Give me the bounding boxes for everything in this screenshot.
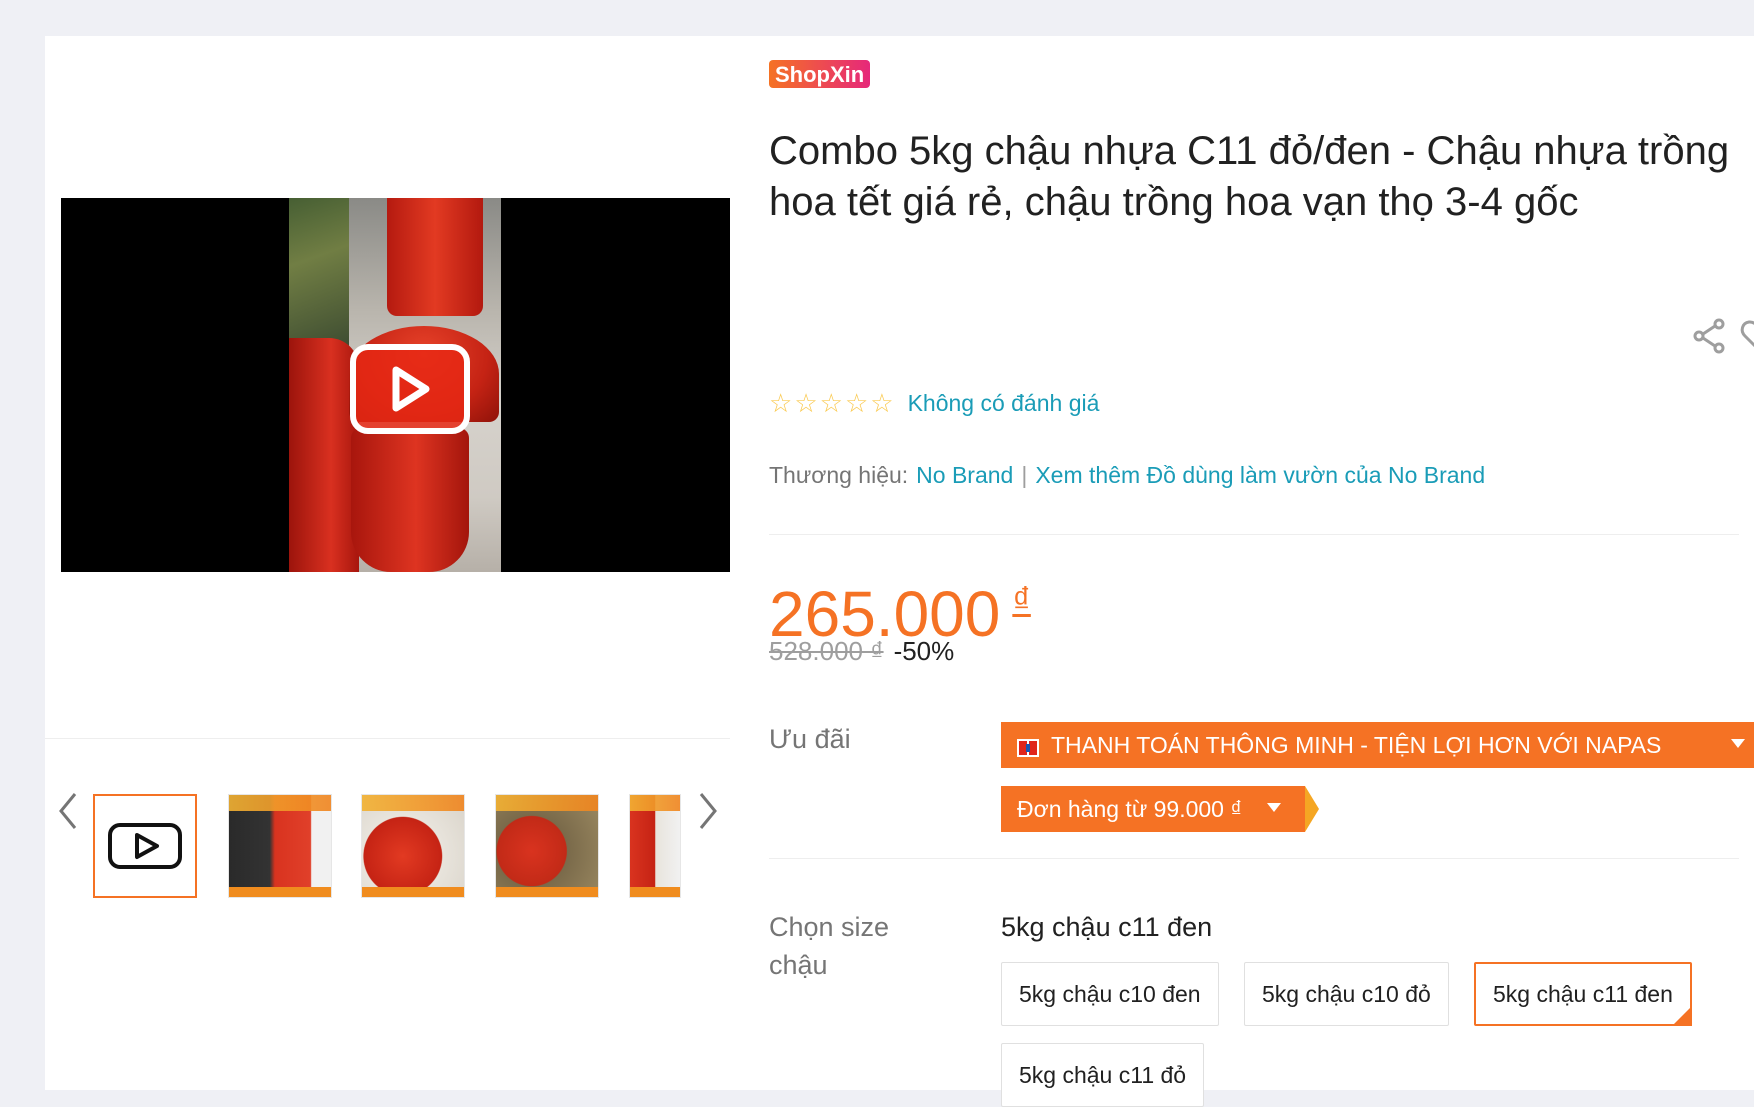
old-price: 528.000 ₫ [769,636,884,666]
product-title: Combo 5kg chậu nhựa C11 đỏ/đen - Chậu nh… [769,129,1730,224]
price-currency: ₫ [1012,579,1031,620]
thumbnail-image[interactable] [629,794,681,898]
gallery-divider [45,738,730,739]
star-icon: ☆ [844,388,869,418]
product-video-player[interactable] [61,198,730,572]
brand-more-link[interactable]: Xem thêm Đồ dùng làm vườn của No Brand [1035,462,1485,489]
page-background [0,0,1754,36]
rating-stars: ☆ ☆ ☆ ☆ ☆ [769,390,894,416]
thumbnail-image[interactable] [228,794,332,898]
shop-badge: ShopXin [769,60,871,88]
heart-icon[interactable] [1739,316,1754,356]
promotion-text: Đơn hàng từ 99.000 ₫ [1017,795,1243,822]
product-card: ShopXin Combo 5kg chậu nhựa C11 đỏ/đen -… [45,36,1754,1107]
product-detail: ShopXin Combo 5kg chậu nhựa C11 đỏ/đen -… [769,36,1754,1107]
star-icon: ☆ [794,388,818,418]
size-option[interactable]: 5kg chậu c11 đỏ [1001,1043,1205,1107]
brand-link[interactable]: No Brand [916,462,1013,489]
rating-row: ☆ ☆ ☆ ☆ ☆ Không có đánh giá [769,386,1099,420]
rating-link[interactable]: Không có đánh giá [908,390,1100,417]
promotions-label: Ưu đãi [769,724,851,754]
brand-separator: | [1021,462,1028,488]
play-icon[interactable] [350,344,470,434]
promotion-tag-order[interactable]: Đơn hàng từ 99.000 ₫ [1001,786,1319,832]
chevron-right-icon[interactable] [693,786,723,836]
promotion-tag-napas[interactable]: THANH TOÁN THÔNG MINH - TIỆN LỢI HƠN VỚI… [1001,722,1754,768]
star-icon: ☆ [819,388,843,418]
size-option[interactable]: 5kg chậu c10 đỏ [1244,962,1449,1026]
discount-percent: -50% [893,636,955,666]
chevron-down-icon [1731,739,1745,748]
brand-label: Thương hiệu: [769,462,909,488]
promotion-text: THANH TOÁN THÔNG MINH - TIỆN LỢI HƠN VỚI… [1051,731,1662,758]
thumbnail-image[interactable] [361,794,465,898]
product-gallery [45,36,730,1090]
size-label: Chọn size chậu [769,912,890,980]
star-icon: ☆ [769,388,793,418]
thumbnail-video[interactable] [93,794,197,898]
size-option-selected[interactable]: 5kg chậu c11 đen [1474,962,1692,1026]
chevron-down-icon [1267,803,1281,812]
size-selected-value: 5kg chậu c11 đen [1001,912,1213,942]
flag-icon [1017,736,1039,757]
size-option[interactable]: 5kg chậu c10 đen [1001,962,1219,1026]
brand-row: Thương hiệu: No Brand | Xem thêm Đồ dùng… [769,462,1485,489]
thumbnail-image[interactable] [495,794,599,898]
thumbnail-strip [45,756,730,898]
chevron-left-icon[interactable] [53,786,83,836]
old-price-row: 528.000 ₫ -50% [769,634,954,668]
divider [769,534,1739,535]
divider [769,858,1739,859]
play-icon [108,823,182,869]
share-icon[interactable] [1689,316,1729,356]
star-icon: ☆ [870,388,894,418]
